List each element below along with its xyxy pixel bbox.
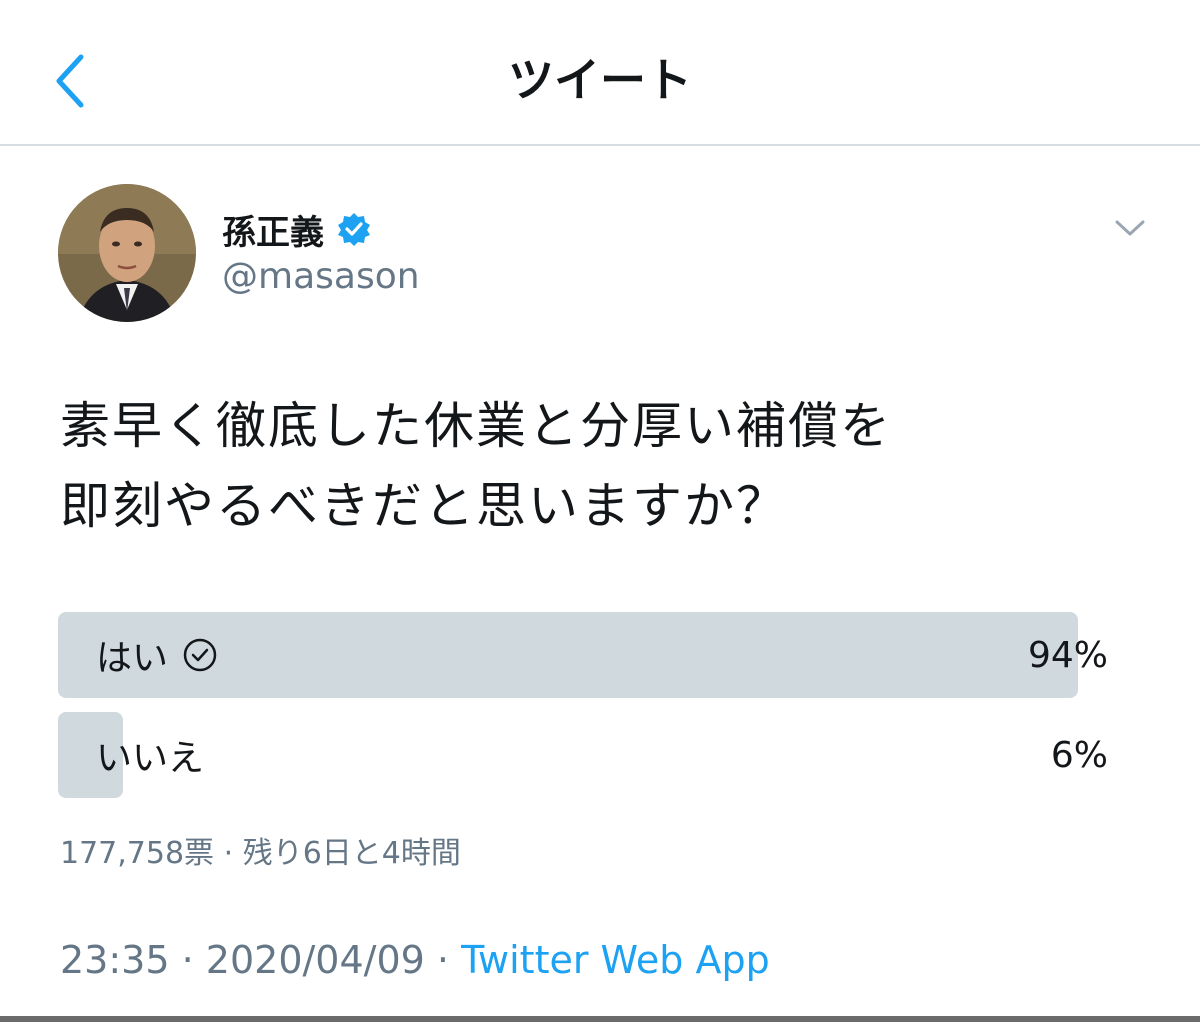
tweet-text: 素早く徹底した休業と分厚い補償を 即刻やるべきだと思いますか？ [60, 386, 1140, 546]
tweet-detail-screen: ツイート 孫正義 @masason 素早く徹底した休業と分厚い補償を 即刻やるべ… [0, 0, 1200, 1022]
poll-option-percent: 6% [1050, 734, 1108, 776]
screen-bottom-edge [0, 1016, 1200, 1022]
poll-option-label: はい [96, 638, 169, 679]
author-display-name[interactable]: 孫正義 [222, 205, 324, 254]
author-name-row[interactable]: 孫正義 [222, 204, 372, 254]
poll-meta: 177,758票 · 残り6日と4時間 [60, 828, 461, 872]
poll-option-label-row: いいえ [96, 712, 204, 798]
navigation-bar: ツイート [0, 0, 1200, 146]
tweet-text-line: 素早く徹底した休業と分厚い補償を [60, 397, 892, 455]
page-title: ツイート [508, 53, 692, 107]
poll-option-label: いいえ [96, 738, 205, 779]
poll-time-remaining: 残り6日と4時間 [242, 836, 461, 871]
separator-dot: · [436, 938, 450, 982]
verified-badge-icon [336, 211, 372, 247]
tweet-menu-button[interactable] [1108, 210, 1152, 246]
tweet-text-line: 即刻やるべきだと思いますか？ [60, 477, 788, 535]
tweet-date[interactable]: 2020/04/09 [206, 938, 425, 982]
poll-vote-count: 177,758票 [60, 836, 215, 871]
author-handle[interactable]: @masason [222, 256, 420, 297]
avatar[interactable] [58, 184, 196, 322]
tweet-timestamp-row: 23:35 · 2020/04/09 · Twitter Web App [60, 938, 770, 982]
poll-option-yes[interactable]: はい 94% [58, 612, 1122, 698]
avatar-image [58, 184, 196, 322]
tweet-time[interactable]: 23:35 [60, 938, 170, 982]
check-circle-icon [182, 637, 218, 673]
poll-option-percent: 94% [1027, 634, 1108, 676]
tweet-client-link[interactable]: Twitter Web App [461, 938, 770, 982]
separator-dot: · [181, 938, 194, 982]
chevron-down-icon [1115, 220, 1145, 236]
separator-dot: · [223, 836, 234, 871]
poll-option-label-row: はい [96, 612, 218, 698]
poll-option-no[interactable]: いいえ 6% [58, 712, 1122, 798]
